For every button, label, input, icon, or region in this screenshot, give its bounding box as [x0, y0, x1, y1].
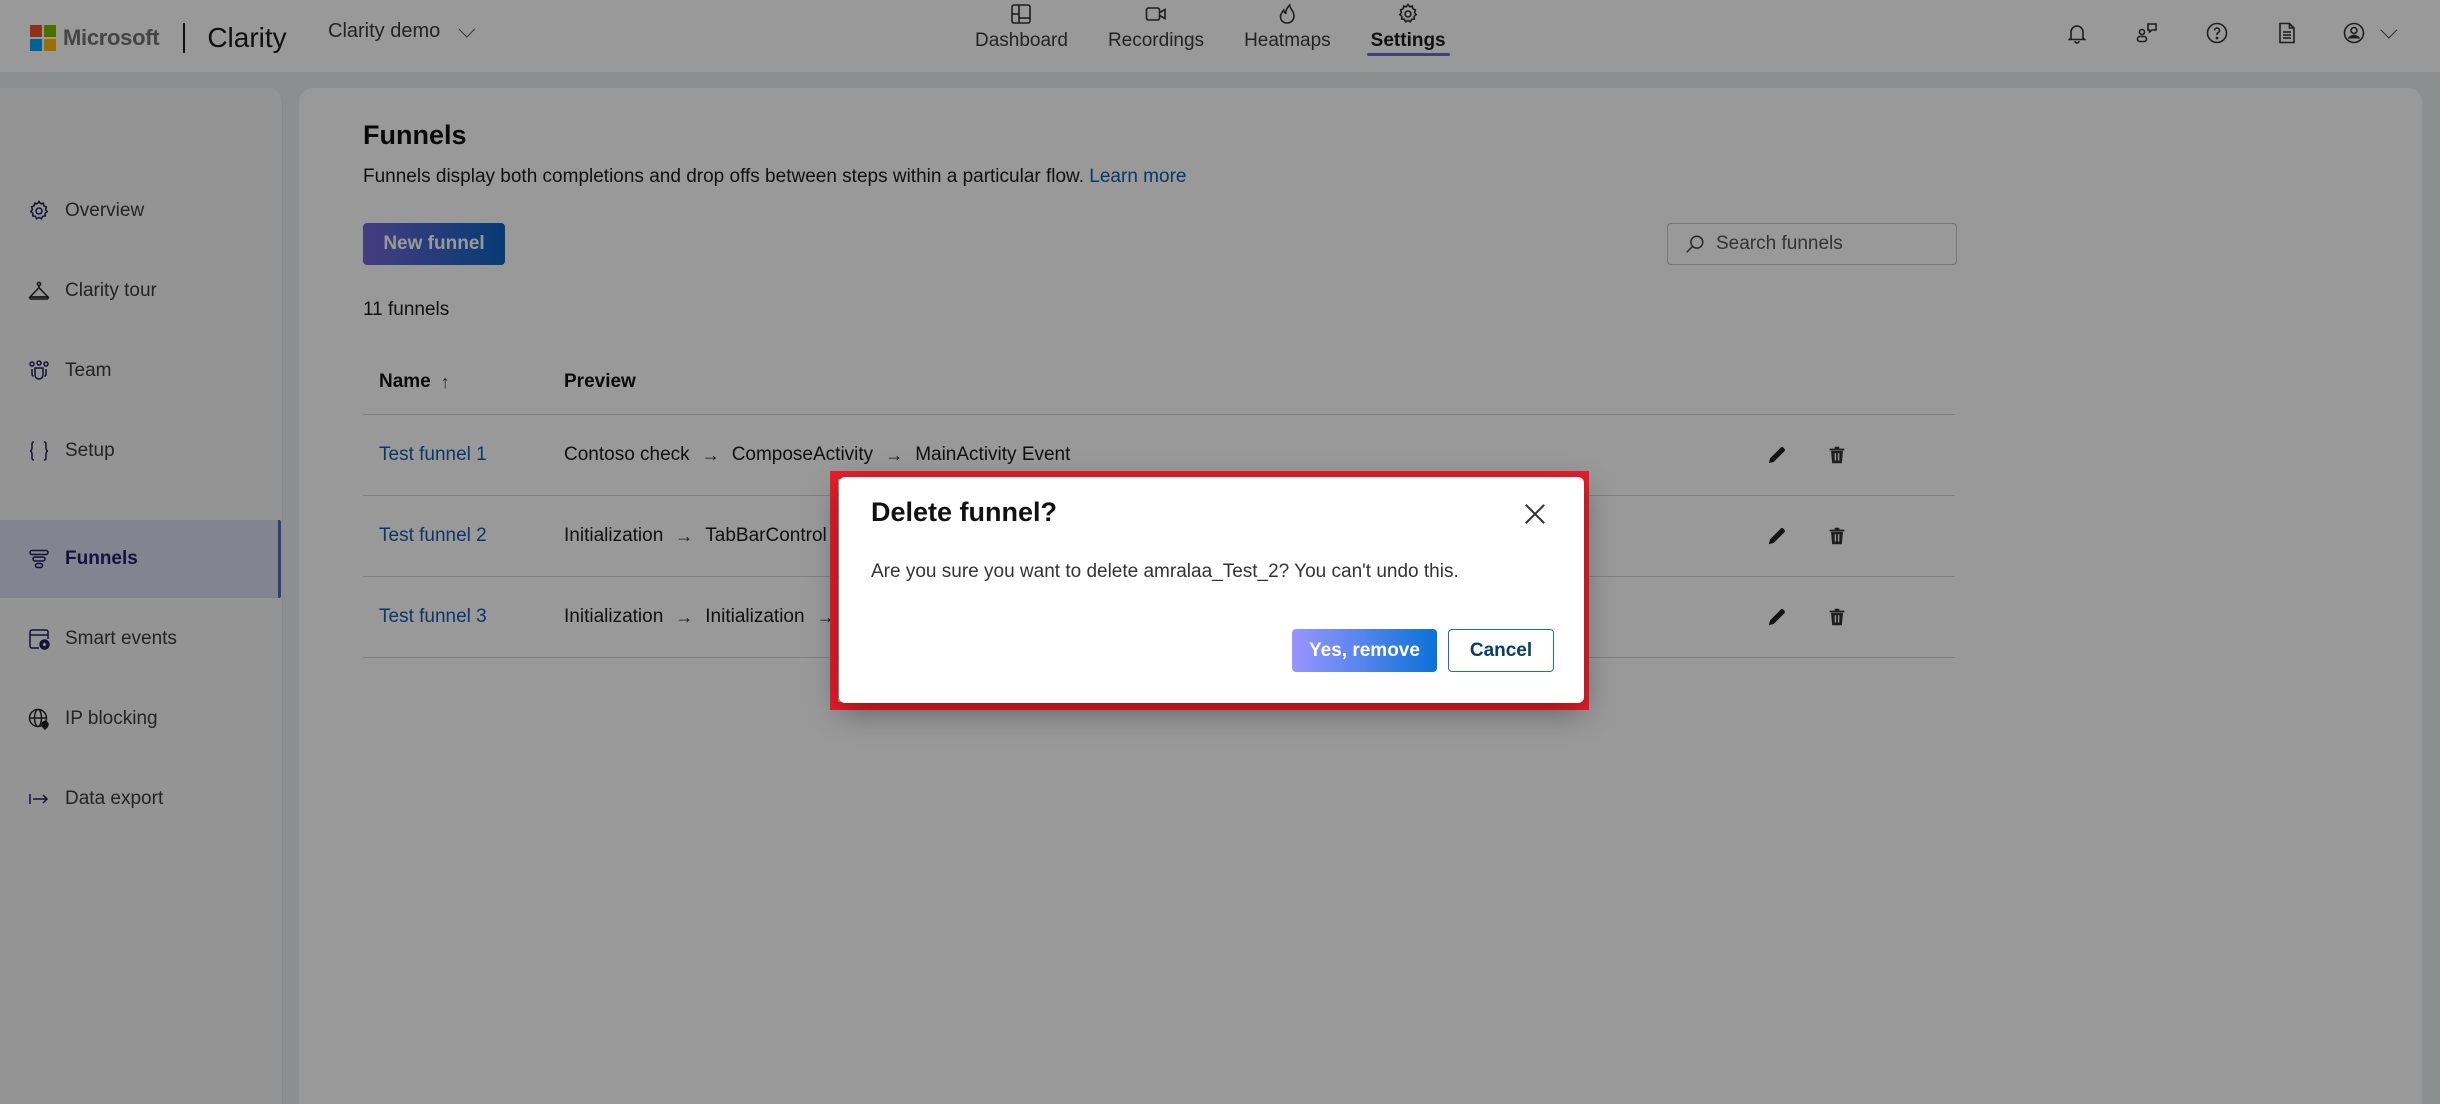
- confirm-remove-button[interactable]: Yes, remove: [1292, 629, 1437, 672]
- dialog-title: Delete funnel?: [871, 497, 1058, 527]
- cancel-button[interactable]: Cancel: [1448, 629, 1554, 672]
- close-icon[interactable]: [1522, 501, 1548, 527]
- dialog-message: Are you sure you want to delete amralaa_…: [871, 561, 1459, 582]
- delete-funnel-dialog: Delete funnel? Are you sure you want to …: [839, 477, 1584, 703]
